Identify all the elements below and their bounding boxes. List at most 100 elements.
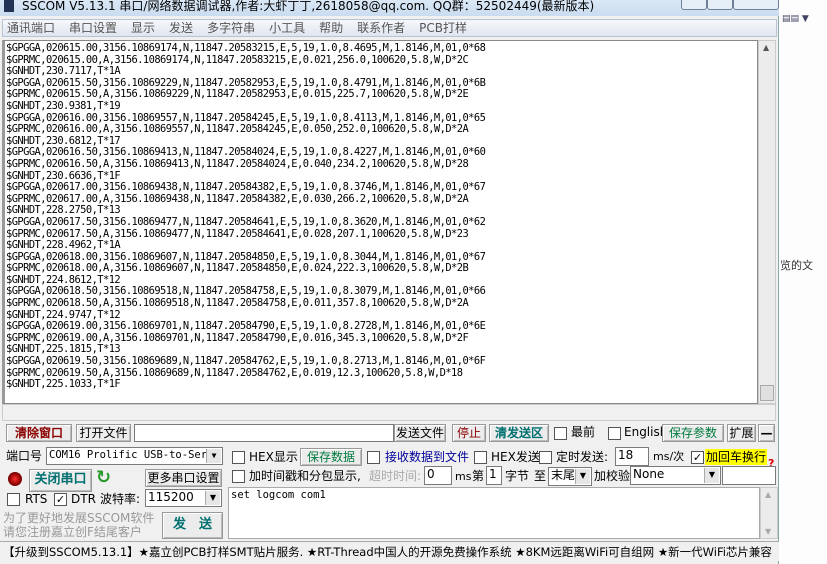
chevron-down-icon[interactable]: ▼ (575, 469, 590, 484)
timeout-unit: ms (455, 470, 472, 483)
topmost-checkbox[interactable] (554, 427, 567, 440)
log-line: $GPRMC,020618.50,A,3156.10869518,N,11847… (6, 297, 469, 310)
close-button[interactable] (733, 0, 779, 10)
close-port-button[interactable]: 关闭串口 (29, 469, 92, 492)
background-text: 览的文 (780, 259, 813, 272)
menu-tools[interactable]: 小工具 (269, 20, 305, 36)
checksum-label: 加校验 (594, 469, 631, 483)
timed-send-label: 定时发送: (556, 450, 609, 464)
hex-send-label: HEX发送 (491, 450, 540, 464)
menu-pcb[interactable]: PCB打样 (419, 20, 467, 36)
expand-button[interactable]: 扩展 (727, 424, 756, 442)
hex-send-checkbox[interactable] (474, 451, 487, 464)
send-file-button[interactable]: 发送文件 (394, 424, 446, 442)
receive-log[interactable]: $GPGGA,020615.00,3156.10869174,N,11847.2… (2, 40, 758, 404)
log-scrollbar[interactable]: ▲ (758, 40, 776, 404)
log-line: $GPRMC,020616.50,A,3156.10869413,N,11847… (6, 157, 469, 170)
recv-to-file-label[interactable]: 接收数据到文件 (385, 449, 469, 465)
log-line: $GNHDT,228.4962,T*1A (6, 239, 121, 252)
dtr-label: DTR (71, 492, 96, 506)
send-textarea[interactable]: set logcom com1 (228, 487, 760, 539)
dtr-checkbox[interactable]: ✓ (54, 493, 67, 506)
app-icon (4, 0, 14, 12)
to-select[interactable]: 末尾 ▼ (548, 467, 592, 486)
menu-serial-settings[interactable]: 串口设置 (69, 20, 117, 36)
english-checkbox[interactable] (608, 427, 621, 440)
minimize-button[interactable] (681, 0, 707, 10)
timestamp-label: 加时间戳和分包显示, (249, 469, 361, 483)
append-crlf-label: 加回车换行 (705, 449, 768, 465)
collapse-button[interactable]: — (758, 424, 775, 442)
clear-send-button[interactable]: 清发送区 (489, 424, 549, 442)
log-line: $GPGGA,020617.00,3156.10869438,N,11847.2… (6, 181, 486, 194)
more-settings-button[interactable]: 更多串口设置 (145, 469, 222, 487)
window-title: SSCOM V5.13.1 串口/网络数据调试器,作者:大虾丁丁,2618058… (22, 0, 595, 13)
port-value: COM16 Prolific USB-to-Seri (49, 449, 214, 461)
port-status-led-icon (8, 472, 22, 486)
scroll-up-icon[interactable]: ▲ (765, 490, 771, 499)
log-line: $GPGGA,020619.50,3156.10869689,N,11847.2… (6, 355, 486, 368)
chevron-down-icon[interactable]: ▼ (205, 491, 220, 505)
chevron-down-icon[interactable]: ▼ (206, 449, 221, 463)
save-data-button[interactable]: 保存数据 (300, 448, 362, 466)
title-bar: SSCOM V5.13.1 串口/网络数据调试器,作者:大虾丁丁,2618058… (0, 0, 779, 16)
english-label: English (624, 425, 668, 439)
timeout-label: 超时时间: (369, 469, 422, 483)
log-line: $GPGGA,020617.50,3156.10869477,N,11847.2… (6, 215, 486, 228)
baud-select[interactable]: 115200 ▼ (145, 489, 222, 507)
rts-label: RTS (25, 492, 48, 506)
log-line: $GNHDT,230.9381,T*19 (6, 99, 121, 112)
toolbar-icon: ▤▤ ▼ (782, 14, 809, 24)
menu-multi-string[interactable]: 多字符串 (207, 20, 255, 36)
timed-send-checkbox[interactable] (539, 451, 552, 464)
open-file-button[interactable]: 打开文件 (76, 424, 131, 442)
clear-window-button[interactable]: 清除窗口 (6, 424, 72, 442)
hex-display-checkbox[interactable] (232, 451, 245, 464)
file-path-input[interactable] (134, 424, 394, 442)
to-label: 至 (534, 469, 547, 483)
to-value: 末尾 (551, 468, 576, 482)
scroll-down-icon[interactable]: ▼ (765, 527, 771, 536)
baud-value: 115200 (148, 490, 194, 504)
scroll-thumb[interactable] (760, 385, 774, 401)
send-scrollbar[interactable]: ▲ ▼ (760, 487, 778, 539)
recv-to-file-checkbox[interactable] (367, 451, 380, 464)
log-line: $GPGGA,020615.00,3156.10869174,N,11847.2… (6, 42, 486, 54)
checksum-select[interactable]: None ▼ (630, 466, 721, 485)
save-params-button[interactable]: 保存参数 (662, 424, 724, 442)
promo-line2: 请您注册嘉立创F结尾客户 (3, 525, 142, 539)
log-line: $GNHDT,225.1033,T*1F (6, 378, 121, 391)
refresh-icon[interactable]: ↻ (96, 469, 111, 487)
append-crlf-checkbox[interactable]: ✓ (691, 451, 704, 464)
byte-from-input[interactable]: 1 (486, 466, 502, 485)
menu-display[interactable]: 显示 (131, 20, 155, 36)
timeout-input[interactable]: 0 (424, 466, 452, 485)
topmost-label: 最前 (571, 425, 596, 439)
maximize-button[interactable] (707, 0, 733, 10)
interval-unit: ms/次 (653, 450, 685, 463)
port-select[interactable]: COM16 Prolific USB-to-Seri ▼ (46, 447, 223, 465)
checksum-result-input[interactable] (722, 466, 776, 485)
rts-checkbox[interactable] (7, 493, 20, 506)
horizontal-scrollbar[interactable] (2, 404, 776, 421)
menu-send[interactable]: 发送 (169, 20, 193, 36)
sscom-window: SSCOM V5.13.1 串口/网络数据调试器,作者:大虾丁丁,2618058… (0, 0, 779, 564)
menu-contact[interactable]: 联系作者 (357, 20, 405, 36)
byte-prefix: 第 (472, 469, 485, 483)
scroll-up-icon[interactable]: ▲ (763, 43, 769, 52)
send-button[interactable]: 发 送 (162, 512, 223, 539)
status-bar[interactable]: 【升级到SSCOM5.13.1】★嘉立创PCB打样SMT贴片服务. ★RT-Th… (0, 541, 779, 561)
background-window: ▤▤ ▼ 览的文 (780, 0, 827, 564)
interval-input[interactable]: 18 (615, 447, 649, 466)
log-line: $GPRMC,020616.00,A,3156.10869557,N,11847… (6, 123, 469, 136)
menu-bar: 通讯端口 串口设置 显示 发送 多字符串 小工具 帮助 联系作者 PCB打样 (2, 19, 777, 37)
checksum-value: None (633, 467, 665, 481)
hex-display-label: HEX显示 (249, 450, 298, 464)
menu-port[interactable]: 通讯端口 (7, 20, 55, 36)
baud-label: 波特率: (100, 492, 141, 506)
byte-unit: 字节 (505, 469, 530, 483)
menu-help[interactable]: 帮助 (319, 20, 343, 36)
chevron-down-icon[interactable]: ▼ (704, 468, 719, 483)
timestamp-checkbox[interactable] (232, 470, 245, 483)
stop-button[interactable]: 停止 (452, 424, 486, 442)
